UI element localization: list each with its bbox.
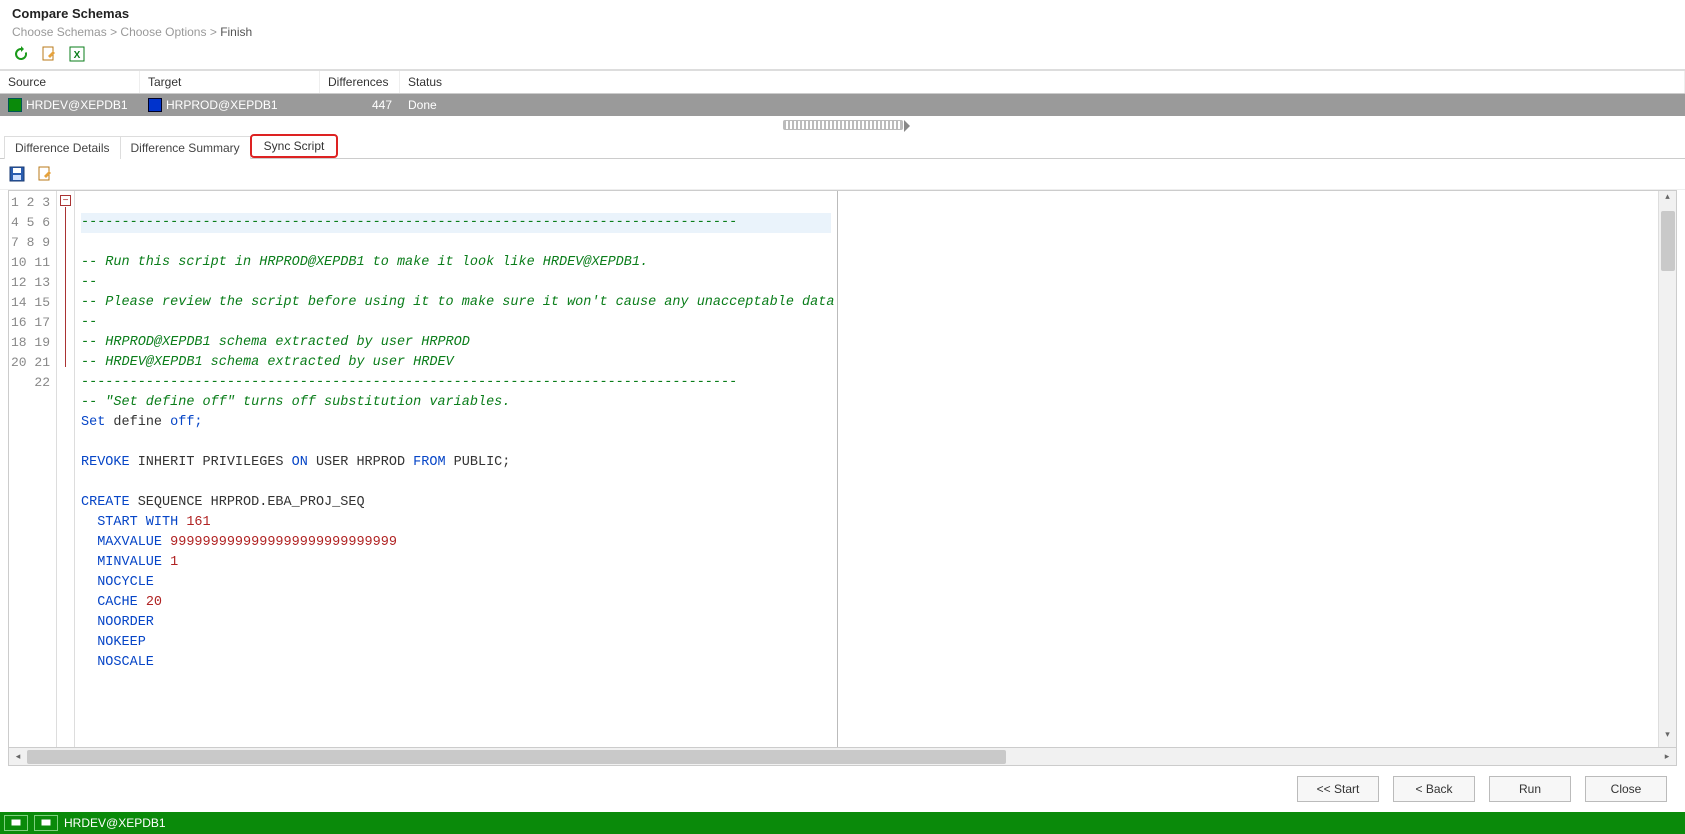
tab-difference-details[interactable]: Difference Details: [4, 136, 121, 159]
sql-editor[interactable]: 1 2 3 4 5 6 7 8 9 10 11 12 13 14 15 16 1…: [8, 190, 1677, 748]
fold-collapse-icon[interactable]: −: [60, 195, 71, 206]
tab-sync-script[interactable]: Sync Script: [250, 134, 339, 158]
col-target[interactable]: Target: [140, 71, 320, 93]
excel-icon[interactable]: X: [68, 45, 86, 63]
result-row[interactable]: HRDEV@XEPDB1 HRPROD@XEPDB1 447 Done: [0, 94, 1685, 116]
crumb-options[interactable]: Choose Options: [120, 25, 206, 39]
scroll-thumb[interactable]: [1661, 211, 1675, 271]
status-bar: HRDEV@XEPDB1: [0, 812, 1685, 834]
source-color-swatch: [8, 98, 22, 112]
pane-splitter[interactable]: [0, 116, 1685, 134]
edit-doc-icon[interactable]: [40, 45, 58, 63]
status-connection: HRDEV@XEPDB1: [64, 816, 166, 830]
editor-right-pane: [838, 191, 1658, 747]
fold-column[interactable]: −: [57, 191, 75, 747]
save-script-icon[interactable]: [8, 165, 26, 183]
wizard-buttons: << Start < Back Run Close: [0, 766, 1685, 812]
run-button[interactable]: Run: [1489, 776, 1571, 802]
detail-tabs: Difference Details Difference Summary Sy…: [0, 134, 1685, 159]
scroll-up-icon[interactable]: ▴: [1659, 191, 1676, 209]
scroll-right-icon[interactable]: ▸: [1658, 751, 1676, 762]
col-source[interactable]: Source: [0, 71, 140, 93]
horizontal-scrollbar[interactable]: ◂ ▸: [8, 748, 1677, 766]
code-area[interactable]: ----------------------------------------…: [75, 191, 837, 747]
refresh-icon[interactable]: [12, 45, 30, 63]
breadcrumb: Choose Schemas > Choose Options > Finish: [12, 25, 1673, 39]
start-button[interactable]: << Start: [1297, 776, 1379, 802]
line-gutter: 1 2 3 4 5 6 7 8 9 10 11 12 13 14 15 16 1…: [9, 191, 57, 747]
back-button[interactable]: < Back: [1393, 776, 1475, 802]
tab-difference-summary[interactable]: Difference Summary: [120, 136, 251, 159]
crumb-finish: Finish: [220, 25, 252, 39]
close-button[interactable]: Close: [1585, 776, 1667, 802]
hscroll-thumb[interactable]: [27, 750, 1006, 764]
col-status[interactable]: Status: [400, 71, 1685, 93]
script-toolbar: [0, 159, 1685, 190]
scroll-left-icon[interactable]: ◂: [9, 751, 27, 762]
edit-script-icon[interactable]: [36, 165, 54, 183]
svg-text:X: X: [74, 50, 81, 61]
target-color-swatch: [148, 98, 162, 112]
vertical-scrollbar[interactable]: ▴ ▾: [1658, 191, 1676, 747]
top-toolbar: X: [0, 39, 1685, 70]
page-title: Compare Schemas: [12, 6, 1673, 21]
scroll-down-icon[interactable]: ▾: [1659, 729, 1676, 747]
result-grid-header: Source Target Differences Status: [0, 70, 1685, 94]
status-icon-2[interactable]: [34, 815, 58, 831]
col-differences[interactable]: Differences: [320, 71, 400, 93]
crumb-schemas[interactable]: Choose Schemas: [12, 25, 107, 39]
status-icon-1[interactable]: [4, 815, 28, 831]
